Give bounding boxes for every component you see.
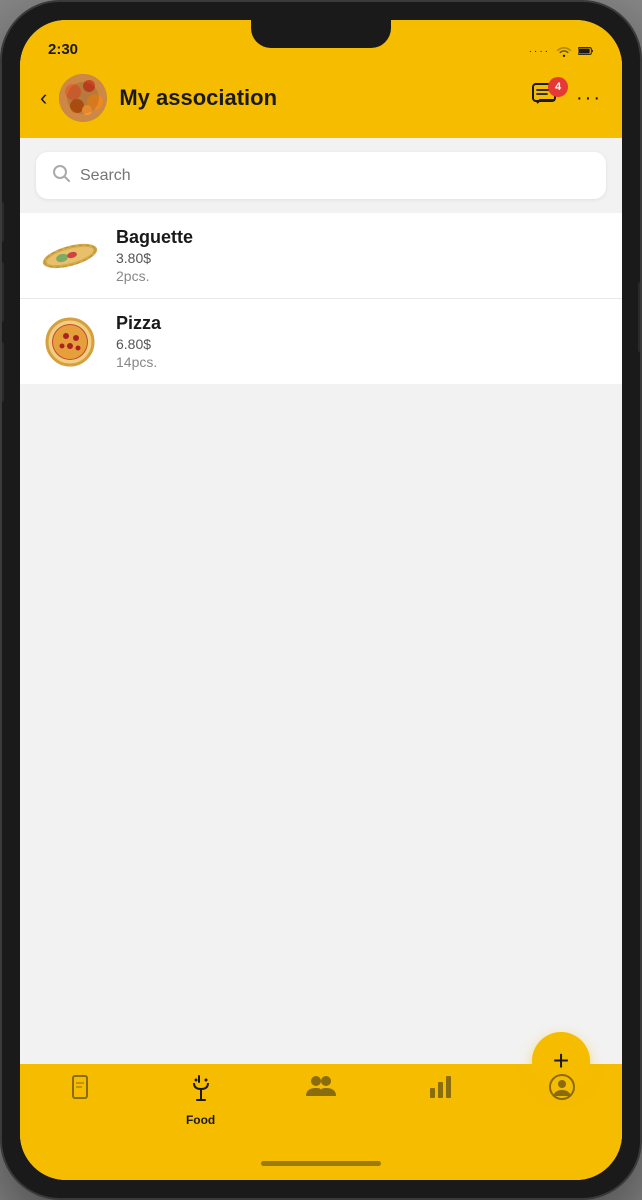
content-area: Baguette 3.80$ 2pcs. xyxy=(20,138,622,1064)
content-spacer xyxy=(20,392,622,1064)
header: ‹ My association xyxy=(20,64,622,138)
signal-dots-icon: ···· xyxy=(529,46,550,57)
nav-item-drink[interactable] xyxy=(20,1074,140,1109)
nav-item-account[interactable] xyxy=(502,1074,622,1107)
phone-screen: 2:30 ···· ‹ xyxy=(20,20,622,1180)
item-name: Baguette xyxy=(116,227,193,248)
food-icon xyxy=(188,1074,214,1109)
item-name: Pizza xyxy=(116,313,161,334)
avatar[interactable] xyxy=(59,74,107,122)
item-price: 6.80$ xyxy=(116,336,161,352)
search-input[interactable] xyxy=(80,167,590,185)
notification-button[interactable]: 4 xyxy=(532,83,560,114)
notification-badge: 4 xyxy=(548,77,568,97)
header-actions: 4 ··· xyxy=(532,83,602,114)
home-indicator xyxy=(20,1146,622,1180)
item-qty: 2pcs. xyxy=(116,268,193,284)
item-info-pizza: Pizza 6.80$ 14pcs. xyxy=(116,313,161,370)
search-bar xyxy=(36,152,606,199)
items-list: Baguette 3.80$ 2pcs. xyxy=(20,213,622,384)
bottom-nav: Food xyxy=(20,1064,622,1146)
people-icon xyxy=(306,1074,336,1105)
search-icon xyxy=(52,164,70,187)
wifi-icon xyxy=(556,44,572,58)
back-button[interactable]: ‹ xyxy=(40,87,47,109)
notch xyxy=(251,20,391,48)
page-title: My association xyxy=(119,85,520,111)
stats-icon xyxy=(428,1074,454,1105)
item-image-pizza xyxy=(40,317,100,367)
list-item[interactable]: Baguette 3.80$ 2pcs. xyxy=(20,213,622,299)
nav-item-stats[interactable] xyxy=(381,1074,501,1105)
list-item[interactable]: Pizza 6.80$ 14pcs. xyxy=(20,299,622,384)
status-icons: ···· xyxy=(529,44,594,58)
item-image-baguette xyxy=(40,231,100,281)
nav-item-food[interactable]: Food xyxy=(140,1074,260,1127)
home-bar xyxy=(261,1161,381,1166)
status-time: 2:30 xyxy=(48,41,78,58)
item-info-baguette: Baguette 3.80$ 2pcs. xyxy=(116,227,193,284)
drink-icon xyxy=(68,1074,92,1109)
nav-item-people[interactable] xyxy=(261,1074,381,1105)
search-container xyxy=(20,138,622,213)
nav-label-food: Food xyxy=(186,1113,215,1127)
account-icon xyxy=(549,1074,575,1107)
battery-icon xyxy=(578,44,594,58)
phone-frame: 2:30 ···· ‹ xyxy=(0,0,642,1200)
more-button[interactable]: ··· xyxy=(576,87,602,110)
item-qty: 14pcs. xyxy=(116,354,161,370)
item-price: 3.80$ xyxy=(116,250,193,266)
